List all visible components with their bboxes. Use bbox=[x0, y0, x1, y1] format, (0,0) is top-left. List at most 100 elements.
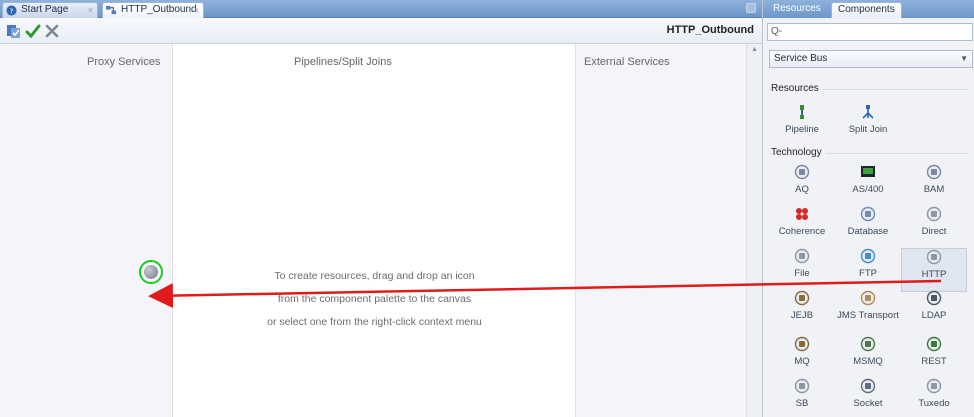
pipeline-icon bbox=[800, 105, 804, 119]
close-icon[interactable]: × bbox=[194, 3, 199, 17]
pipelines-header: Pipelines/Split Joins bbox=[294, 56, 392, 68]
palette-item-label: Pipeline bbox=[785, 124, 819, 135]
palette-item-label: Split Join bbox=[848, 124, 888, 135]
http-icon bbox=[926, 249, 942, 265]
palette-item-ftp[interactable]: FTP bbox=[835, 248, 901, 292]
proxy-services-header: Proxy Services bbox=[87, 56, 161, 68]
palette-item-label: BAM bbox=[923, 184, 945, 195]
jms-icon bbox=[860, 290, 876, 306]
jejb-icon bbox=[794, 290, 810, 306]
sb-icon bbox=[794, 378, 810, 394]
palette-item-label: MQ bbox=[794, 356, 810, 367]
palette-item-socket[interactable]: Socket bbox=[835, 378, 901, 417]
drop-target-icon[interactable] bbox=[139, 260, 163, 284]
palette-item-jejb[interactable]: JEJB bbox=[769, 290, 835, 334]
composite-title: HTTP_Outbound bbox=[666, 24, 754, 36]
palette-item-label: AS/400 bbox=[852, 184, 884, 195]
search-icon: Q- bbox=[771, 26, 783, 37]
tab-start-page[interactable]: ? Start Page × bbox=[2, 2, 98, 18]
hint-line-1: To create resources, drag and drop an ic… bbox=[274, 270, 475, 282]
palette-item-ldap[interactable]: LDAP bbox=[901, 290, 967, 334]
external-services-header: External Services bbox=[584, 56, 670, 68]
chevron-down-icon: ▼ bbox=[960, 54, 968, 63]
section-resources: Resources bbox=[771, 83, 823, 94]
ftp-icon bbox=[860, 248, 876, 264]
palette-item-rest[interactable]: REST bbox=[901, 336, 967, 380]
file-icon bbox=[794, 248, 810, 264]
editor-tab-bar: ? Start Page × HTTP_Outbound × bbox=[0, 0, 762, 18]
palette-item-label: Tuxedo bbox=[918, 398, 950, 409]
bam-icon bbox=[926, 164, 942, 180]
palette-item-tuxedo[interactable]: Tuxedo bbox=[901, 378, 967, 417]
socket-icon bbox=[860, 378, 876, 394]
palette-item-file[interactable]: File bbox=[769, 248, 835, 292]
aq-icon bbox=[794, 164, 810, 180]
composite-canvas[interactable]: Proxy Services Pipelines/Split Joins To … bbox=[0, 44, 762, 417]
checkmark-icon[interactable] bbox=[25, 23, 41, 39]
rest-icon bbox=[926, 336, 942, 352]
editor-area: ? Start Page × HTTP_Outbound × HTTP_Outb… bbox=[0, 0, 762, 417]
tuxedo-icon bbox=[926, 378, 942, 394]
hint-line-3: or select one from the right-click conte… bbox=[267, 316, 482, 328]
palette-item-label: AQ bbox=[795, 184, 809, 195]
msmq-icon bbox=[860, 336, 876, 352]
tab-components[interactable]: Components bbox=[831, 2, 902, 18]
tab-resources[interactable]: Resources bbox=[767, 2, 827, 18]
proxy-services-lane[interactable]: Proxy Services bbox=[0, 44, 173, 417]
palette-item-label: FTP bbox=[859, 268, 877, 279]
hint-line-2: from the component palette to the canvas bbox=[277, 293, 472, 305]
palette-tab-bar: Resources Components bbox=[763, 0, 974, 18]
external-services-lane[interactable]: External Services bbox=[576, 44, 746, 417]
validate-icon[interactable] bbox=[6, 23, 22, 39]
palette-item-label: LDAP bbox=[921, 310, 947, 321]
tab-http-outbound[interactable]: HTTP_Outbound × bbox=[102, 2, 204, 18]
tab-start-page-label: Start Page bbox=[21, 4, 69, 15]
palette-item-split-join[interactable]: Split Join bbox=[835, 104, 901, 148]
svg-text:?: ? bbox=[10, 6, 14, 15]
section-technology: Technology bbox=[771, 147, 826, 158]
palette-item-label: Socket bbox=[853, 398, 883, 409]
restore-window-icon[interactable] bbox=[746, 3, 756, 13]
palette-item-jms[interactable]: JMS Transport bbox=[835, 290, 901, 334]
palette-item-sb[interactable]: SB bbox=[769, 378, 835, 417]
palette-search-input[interactable]: Q- bbox=[767, 23, 973, 41]
palette-item-label: HTTP bbox=[921, 269, 947, 280]
palette-item-label: JMS Transport bbox=[837, 310, 899, 321]
palette-item-label: JEJB bbox=[790, 310, 814, 321]
direct-icon bbox=[926, 206, 942, 222]
tab-http-outbound-label: HTTP_Outbound bbox=[121, 4, 197, 15]
palette-item-pipeline[interactable]: Pipeline bbox=[769, 104, 835, 148]
palette-item-bam[interactable]: BAM bbox=[901, 164, 967, 208]
help-icon: ? bbox=[6, 5, 17, 16]
palette-item-label: REST bbox=[921, 356, 947, 367]
palette-item-mq[interactable]: MQ bbox=[769, 336, 835, 380]
close-icon[interactable]: × bbox=[88, 3, 93, 17]
palette-item-label: Direct bbox=[921, 226, 947, 237]
palette-item-label: Database bbox=[847, 226, 889, 237]
as400-icon bbox=[861, 166, 875, 177]
component-palette: Resources Components Q- Service Bus ▼ Re… bbox=[762, 0, 974, 417]
palette-item-label: File bbox=[794, 268, 810, 279]
ldap-icon bbox=[926, 290, 942, 306]
palette-category-value: Service Bus bbox=[774, 53, 828, 64]
palette-item-msmq[interactable]: MSMQ bbox=[835, 336, 901, 380]
coherence-icon bbox=[796, 208, 808, 220]
palette-item-label: Coherence bbox=[778, 226, 826, 237]
scroll-up-icon[interactable]: ▲ bbox=[751, 46, 758, 53]
service-bus-project-icon bbox=[106, 5, 117, 15]
palette-item-http[interactable]: HTTP bbox=[901, 248, 967, 292]
delete-icon[interactable] bbox=[44, 23, 60, 39]
palette-item-coherence[interactable]: Coherence bbox=[769, 206, 835, 250]
palette-category-select[interactable]: Service Bus ▼ bbox=[769, 50, 973, 68]
palette-item-label: MSMQ bbox=[853, 356, 883, 367]
palette-item-direct[interactable]: Direct bbox=[901, 206, 967, 250]
split-join-icon bbox=[862, 105, 874, 119]
vertical-scrollbar[interactable]: ▲ bbox=[746, 44, 762, 417]
pipelines-lane[interactable]: Pipelines/Split Joins To create resource… bbox=[173, 44, 576, 417]
palette-item-database[interactable]: Database bbox=[835, 206, 901, 250]
mq-icon bbox=[794, 336, 810, 352]
palette-item-as400[interactable]: AS/400 bbox=[835, 164, 901, 208]
palette-item-aq[interactable]: AQ bbox=[769, 164, 835, 208]
database-icon bbox=[860, 206, 876, 222]
editor-toolbar: HTTP_Outbound bbox=[0, 18, 762, 44]
